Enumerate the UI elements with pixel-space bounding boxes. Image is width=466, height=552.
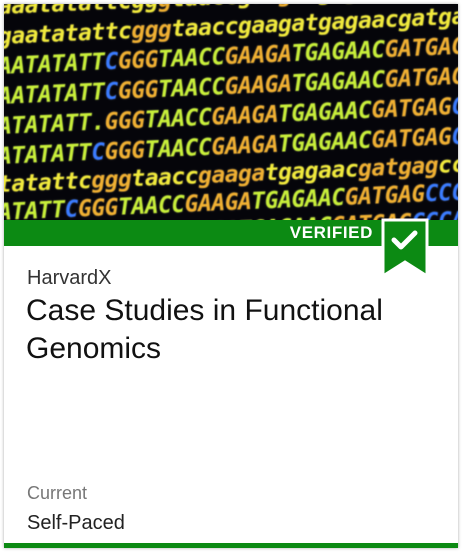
course-organization: HarvardX [27, 267, 112, 289]
verified-label: VERIFIED [289, 223, 373, 242]
verified-ribbon-icon [381, 218, 429, 279]
course-title[interactable]: Case Studies in Functional Genomics [26, 292, 436, 368]
course-image: aaatatattcgggtaaccgaagatgagaacgatgagccc … [4, 4, 458, 220]
course-card[interactable]: aaatatattcgggtaaccgaagatgagaacgatgagccc … [4, 4, 458, 548]
card-accent-bar [4, 543, 458, 548]
course-pacing: Self-Paced [27, 512, 125, 534]
course-status: Current [27, 483, 88, 503]
